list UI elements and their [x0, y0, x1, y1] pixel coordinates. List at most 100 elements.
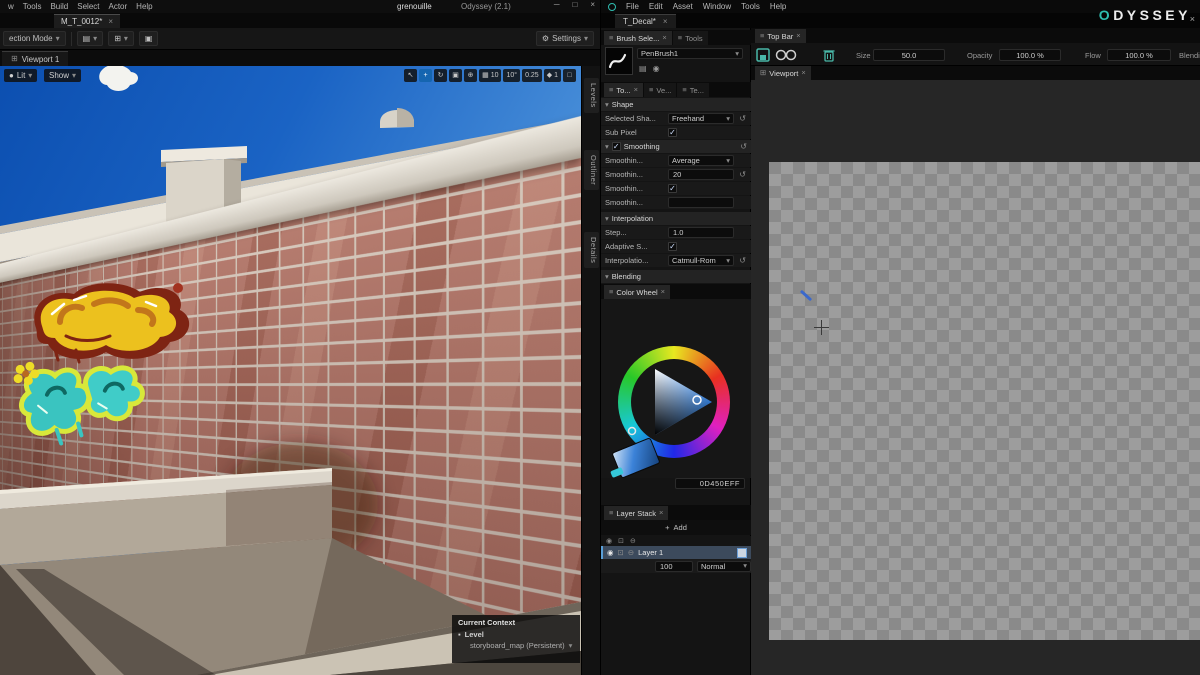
section-blending[interactable]: ▾ Blending — [601, 270, 751, 283]
reset-icon[interactable]: ↺ — [737, 171, 746, 179]
close-icon[interactable]: × — [796, 32, 800, 40]
brush-opacity-input[interactable]: 100.0 % — [999, 49, 1061, 61]
camera-speed-button[interactable]: ◆ 1 — [544, 69, 561, 82]
brush-flow-input[interactable]: 100.0 % — [1107, 49, 1171, 61]
sv-triangle[interactable] — [618, 346, 730, 458]
smoothing-checkbox[interactable]: ✓ — [612, 142, 621, 151]
tab-layer-stack[interactable]: ≡ Layer Stack × — [604, 506, 668, 520]
smoothing-type-dropdown[interactable]: Average ▾ — [668, 155, 734, 166]
section-interpolation[interactable]: ▾ Interpolation — [601, 212, 751, 225]
layer-lock-toggle[interactable]: ⊡ — [618, 549, 624, 557]
brush-preset-dropdown[interactable]: PenBrush1 ▾ — [637, 48, 743, 59]
select-tool-button[interactable]: ↖ — [404, 69, 417, 82]
close-icon[interactable]: × — [661, 288, 665, 296]
level-3d-viewport[interactable]: ● Lit ▾ Show ▾ ↖ + ↻ ▣ ⊕ ▦ 10 10° 0.25 — [0, 66, 581, 675]
menu-item-edit[interactable]: Edit — [649, 2, 663, 11]
sub-pixel-checkbox[interactable]: ✓ — [668, 128, 677, 137]
restore-icon[interactable]: □ — [572, 1, 577, 9]
scale-snap-button[interactable]: 0.25 — [522, 69, 542, 82]
tab-brush-selector[interactable]: ≡ Brush Sele... × — [604, 31, 672, 45]
layer-visibility-toggle[interactable]: ◉ — [607, 549, 614, 557]
world-space-button[interactable]: ⊕ — [464, 69, 477, 82]
close-icon[interactable]: × — [663, 18, 668, 26]
selected-shape-dropdown[interactable]: Freehand ▾ — [668, 113, 734, 124]
grid-snap-button[interactable]: ▦ 10 — [479, 69, 501, 82]
section-shape[interactable]: ▾ Shape — [601, 98, 751, 111]
close-icon[interactable]: × — [662, 34, 666, 42]
tab-label: Layer Stack — [616, 509, 656, 518]
menu-item-select[interactable]: Select — [77, 2, 99, 11]
close-icon[interactable]: × — [108, 18, 113, 26]
paint-mode-button[interactable]: ▤ ▾ — [77, 31, 104, 46]
smoothing-amount-input[interactable]: 20 — [668, 169, 734, 180]
tab-tools[interactable]: ≡ Tools — [673, 31, 708, 45]
section-smoothing[interactable]: ▾ ✓ Smoothing ↺ — [601, 140, 751, 153]
close-icon[interactable]: × — [590, 1, 595, 9]
reset-icon[interactable]: ↺ — [738, 143, 747, 151]
layer-opacity-input[interactable]: 100 — [655, 561, 693, 572]
level-selector[interactable]: storyboard_map (Persistent) ▾ — [458, 641, 574, 650]
menu-item-help[interactable]: Help — [770, 2, 786, 11]
lit-mode-button[interactable]: ● Lit ▾ — [4, 69, 37, 82]
smoothing-option-checkbox[interactable]: ✓ — [668, 184, 677, 193]
save-brush-icon[interactable] — [755, 47, 771, 63]
sidetab-levels[interactable]: Levels — [584, 78, 599, 113]
menu-item-tools[interactable]: Tools — [741, 2, 760, 11]
brush-size-input[interactable]: 50.0 — [873, 49, 945, 61]
hex-color-field[interactable]: 0D450EFF — [675, 478, 745, 489]
close-icon[interactable]: × — [634, 86, 638, 94]
brush-mode-button[interactable]: ▣ — [139, 31, 159, 46]
show-menu-button[interactable]: Show ▾ — [44, 69, 81, 82]
trash-icon[interactable] — [821, 47, 837, 63]
rotate-tool-button[interactable]: ↻ — [434, 69, 447, 82]
smoothing-extra-input[interactable] — [668, 197, 734, 208]
tab-viewport-1[interactable]: ⊞ Viewport 1 — [2, 51, 68, 66]
step-input[interactable]: 1.0 — [668, 227, 734, 238]
menu-item[interactable]: w — [8, 2, 14, 11]
tab-top-bar[interactable]: ≡ Top Bar × — [755, 29, 806, 43]
menu-item-build[interactable]: Build — [50, 2, 68, 11]
paint-canvas[interactable] — [751, 80, 1200, 675]
selection-mode-dropdown[interactable]: ection Mode ▾ — [3, 31, 66, 46]
layer-blend-dropdown[interactable]: Normal ▾ — [697, 561, 751, 572]
menu-item-asset[interactable]: Asset — [673, 2, 693, 11]
opacity-label: Opacity — [967, 51, 992, 60]
layer-row[interactable]: ◉ ⊡ ⊖ Layer 1 — [601, 546, 751, 559]
grid-mode-button[interactable]: ⊞ ▾ — [108, 31, 134, 46]
menu-item-file[interactable]: File — [626, 2, 639, 11]
flow-label: Flow — [1085, 51, 1101, 60]
brush-preview[interactable] — [605, 47, 633, 75]
interpolation-dropdown[interactable]: Catmull-Rom ▾ — [668, 255, 734, 266]
doc-tab-t-decal[interactable]: T_Decal* × — [615, 14, 676, 28]
layer-remove-button[interactable]: ⊖ — [628, 549, 634, 557]
move-tool-button[interactable]: + — [419, 69, 432, 82]
sidetab-details[interactable]: Details — [584, 232, 599, 268]
maximize-viewport-button[interactable]: □ — [563, 69, 576, 82]
reset-icon[interactable]: ↺ — [737, 257, 746, 265]
hue-cursor[interactable] — [629, 428, 636, 435]
menu-item-help[interactable]: Help — [136, 2, 152, 11]
settings-button[interactable]: ⚙ Settings ▾ — [536, 31, 594, 46]
reset-icon[interactable]: ↺ — [737, 115, 746, 123]
minimize-icon[interactable]: ─ — [554, 1, 560, 9]
transparency-checkerboard[interactable] — [769, 162, 1200, 640]
brush-shapes-icon[interactable] — [775, 47, 797, 63]
sidetab-outliner[interactable]: Outliner — [584, 150, 599, 190]
adaptive-checkbox[interactable]: ✓ — [668, 242, 677, 251]
tab-color-wheel[interactable]: ≡ Color Wheel × — [604, 285, 670, 299]
asset-tab-material[interactable]: M_T_0012* × — [54, 14, 120, 28]
folder-icon[interactable]: ▤ — [639, 65, 647, 73]
add-layer-button[interactable]: + Add — [601, 520, 751, 535]
close-icon[interactable]: × — [659, 509, 663, 517]
scale-tool-button[interactable]: ▣ — [449, 69, 462, 82]
menu-item-actor[interactable]: Actor — [109, 2, 128, 11]
menu-item-window[interactable]: Window — [703, 2, 731, 11]
sub-tab-texture[interactable]: ≡ Te... — [677, 83, 709, 97]
rotation-snap-button[interactable]: 10° — [503, 69, 520, 82]
tab-2d-viewport[interactable]: ⊞ Viewport × — [755, 66, 811, 80]
menu-item-tools[interactable]: Tools — [23, 2, 42, 11]
sub-tab-vector[interactable]: ≡ Ve... — [644, 83, 676, 97]
eye-icon[interactable]: ◉ — [653, 65, 660, 73]
close-icon[interactable]: × — [801, 69, 805, 77]
sub-tab-tools[interactable]: ≡ To... × — [604, 83, 643, 97]
